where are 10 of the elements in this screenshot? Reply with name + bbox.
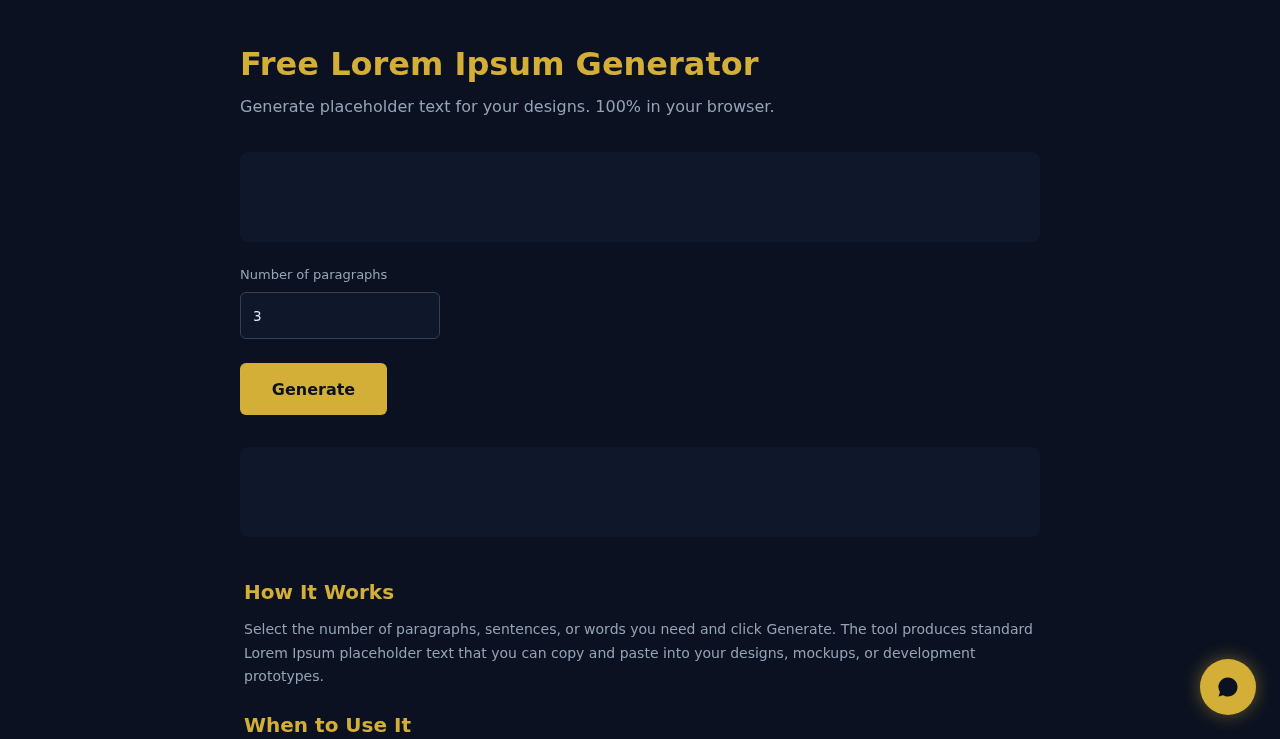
generate-button[interactable]: Generate: [240, 363, 387, 415]
paragraph-count-field[interactable]: 3: [240, 292, 440, 339]
field-label: Number of paragraphs: [240, 267, 388, 283]
chat-button[interactable]: [1200, 659, 1256, 715]
speech-bubble-icon: [1218, 677, 1238, 697]
section-paragraph: Select the number of paragraphs, sentences, or words you need and click Generate. The tool produces standard Lorem Ipsum placeholder text that you can copy and paste into your designs, mockups, or development prototypes.: [244, 620, 1034, 686]
section-heading: How It Works: [244, 579, 396, 606]
page-subtitle: Generate placeholder text for your designs. 100% in your browser.: [240, 96, 775, 118]
section-heading: When to Use It: [244, 711, 412, 739]
page-title: Free Lorem Ipsum Generator: [240, 45, 759, 83]
